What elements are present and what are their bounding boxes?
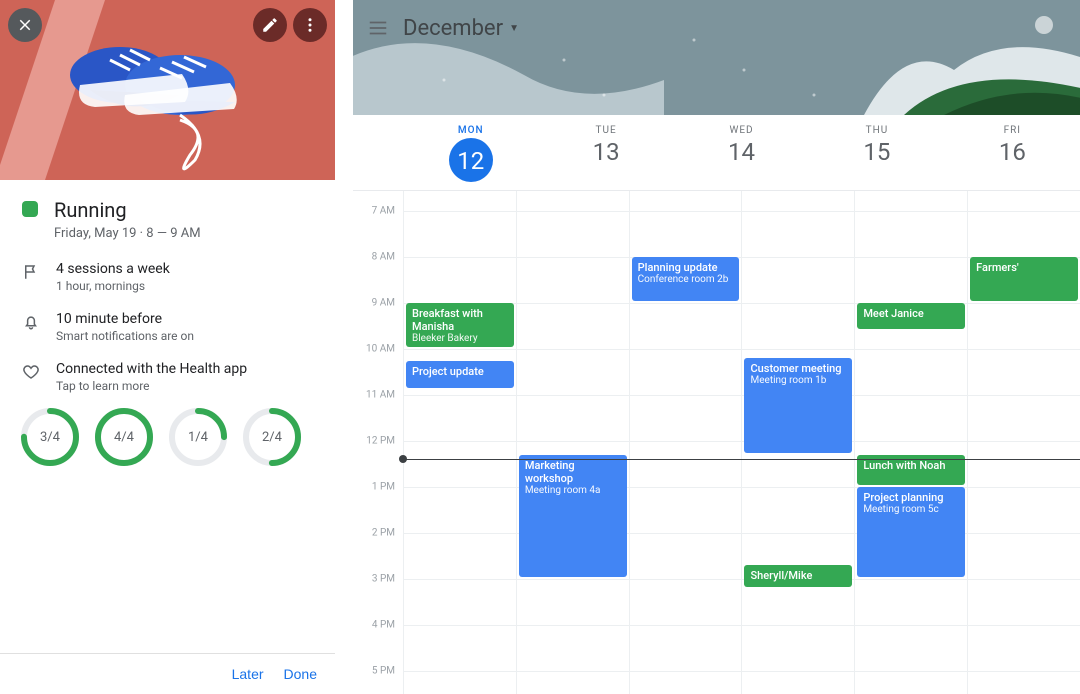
time-label: 7 AM (372, 206, 395, 217)
calendar-view: December ▼ MON12TUE13WED14THU15FRI16 7 A… (353, 0, 1080, 694)
progress-ring: 2/4 (240, 405, 304, 469)
caret-down-icon: ▼ (509, 23, 519, 34)
edit-button[interactable] (253, 8, 287, 42)
goal-title: Running (54, 198, 313, 222)
done-button[interactable]: Done (284, 666, 317, 682)
calendar-event[interactable]: Breakfast with ManishaBleeker Bakery (406, 303, 514, 347)
day-header[interactable]: TUE13 (538, 115, 673, 190)
close-icon (16, 16, 34, 34)
heart-icon (22, 363, 40, 381)
overflow-button[interactable] (293, 8, 327, 42)
day-header[interactable]: WED14 (674, 115, 809, 190)
calendar-event[interactable]: Sheryll/Mike (744, 565, 852, 587)
close-button[interactable] (8, 8, 42, 42)
day-column[interactable]: Breakfast with ManishaBleeker Bakery Proj… (403, 191, 516, 694)
day-column[interactable]: Meet JaniceLunch with NoahProject planni… (854, 191, 967, 694)
day-header-row: MON12TUE13WED14THU15FRI16 (353, 115, 1080, 191)
progress-ring: 3/4 (18, 405, 82, 469)
time-label: 9 AM (372, 298, 395, 309)
time-label: 3 PM (372, 574, 395, 585)
reminder-row[interactable]: 10 minute beforeSmart notifications are … (22, 311, 313, 343)
calendar-grid[interactable]: 7 AM 8 AM 9 AM 10 AM 11 AM 12 PM 1 PM 2 PM 3 PM 4… (353, 191, 1080, 694)
calendar-event[interactable]: Farmers' (970, 257, 1078, 301)
day-column[interactable]: Planning updateConference room 2b (629, 191, 742, 694)
calendar-color-chip (22, 201, 38, 217)
day-column[interactable]: Farmers' (967, 191, 1080, 694)
sessions-row[interactable]: 4 sessions a week1 hour, mornings (22, 261, 313, 293)
calendar-event[interactable]: Project planningMeeting room 5c (857, 487, 965, 577)
time-label: 1 PM (372, 482, 395, 493)
panel-footer: Later Done (0, 653, 335, 694)
pencil-icon (261, 16, 279, 34)
time-label: 11 AM (366, 390, 395, 401)
time-label: 12 PM (366, 436, 395, 447)
time-label: 8 AM (372, 252, 395, 263)
health-row[interactable]: Connected with the Health appTap to lear… (22, 361, 313, 393)
calendar-event[interactable]: Marketing workshopMeeting room 4a (519, 455, 627, 577)
progress-ring: 4/4 (92, 405, 156, 469)
more-vert-icon (301, 16, 319, 34)
goal-subtitle: Friday, May 19 · 8 — 9 AM (54, 226, 313, 241)
flag-icon (22, 263, 40, 281)
calendar-hero: December ▼ (353, 0, 1080, 115)
calendar-event[interactable]: Planning updateConference room 2b (632, 257, 740, 301)
calendar-event[interactable]: Customer meetingMeeting room 1b (744, 358, 852, 453)
goal-detail-panel: Running Friday, May 19 · 8 — 9 AM 4 sess… (0, 0, 335, 694)
month-picker[interactable]: December ▼ (403, 16, 519, 41)
day-header[interactable]: FRI16 (945, 115, 1080, 190)
goal-hero (0, 0, 335, 180)
progress-ring: 1/4 (166, 405, 230, 469)
later-button[interactable]: Later (232, 666, 264, 682)
menu-button[interactable] (367, 17, 389, 39)
time-label: 5 PM (372, 666, 395, 677)
day-header[interactable]: THU15 (809, 115, 944, 190)
time-label: 2 PM (372, 528, 395, 539)
hamburger-icon (367, 17, 389, 39)
day-header[interactable]: MON12 (403, 115, 538, 190)
day-column[interactable]: Marketing workshopMeeting room 4a (516, 191, 629, 694)
time-label: 10 AM (366, 344, 395, 355)
day-column[interactable]: Customer meetingMeeting room 1b Sheryll/M… (741, 191, 854, 694)
calendar-event[interactable]: Project update (406, 361, 514, 389)
calendar-event[interactable]: Meet Janice (857, 303, 965, 329)
time-label: 4 PM (372, 620, 395, 631)
progress-rings: 3/44/41/42/4 (18, 405, 313, 469)
bell-icon (22, 313, 40, 331)
